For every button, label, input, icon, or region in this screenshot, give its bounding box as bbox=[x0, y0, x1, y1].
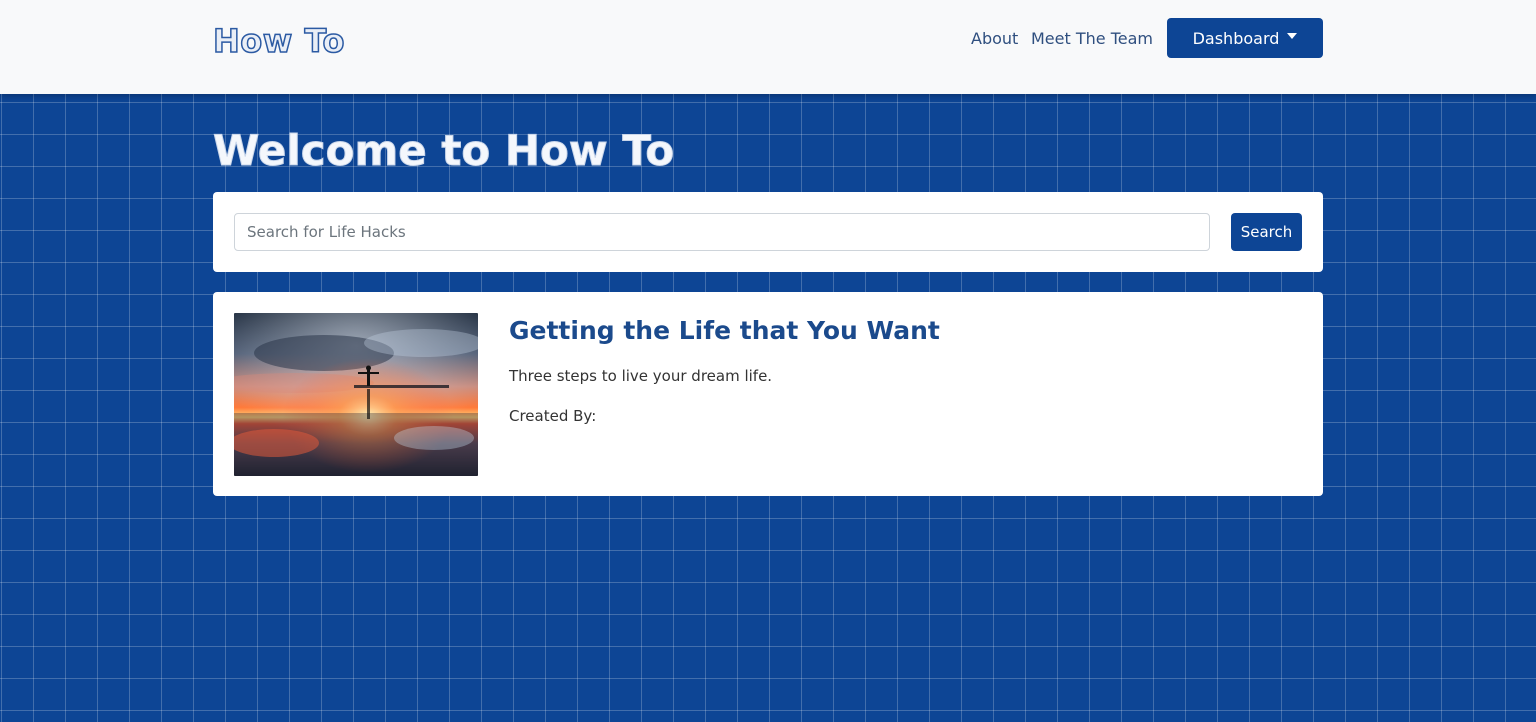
nav-link-about[interactable]: About bbox=[971, 29, 1018, 48]
nav-link-meet-the-team[interactable]: Meet The Team bbox=[1031, 29, 1153, 48]
dashboard-dropdown-button[interactable]: Dashboard bbox=[1167, 18, 1323, 58]
post-description: Three steps to live your dream life. bbox=[509, 367, 773, 385]
search-input[interactable] bbox=[234, 213, 1210, 251]
search-button[interactable]: Search bbox=[1231, 213, 1302, 251]
top-navbar: How To About Meet The Team Dashboard bbox=[0, 0, 1536, 94]
post-title[interactable]: Getting the Life that You Want bbox=[509, 316, 940, 345]
dashboard-label: Dashboard bbox=[1192, 28, 1280, 48]
search-card: Search bbox=[213, 192, 1323, 272]
page-title: Welcome to How To bbox=[212, 126, 675, 176]
post-card[interactable]: Getting the Life that You Want Three ste… bbox=[213, 292, 1323, 496]
post-thumbnail-image[interactable] bbox=[234, 313, 478, 476]
brand-logo[interactable]: How To bbox=[212, 21, 345, 61]
chevron-down-icon bbox=[1287, 33, 1298, 39]
post-created-by: Created By: bbox=[509, 407, 597, 425]
